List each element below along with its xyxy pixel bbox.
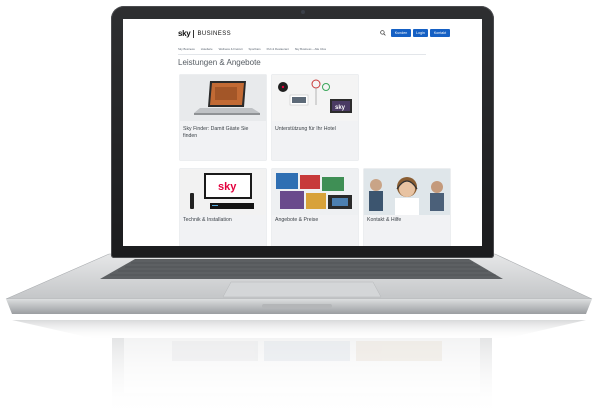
sky-business-logo[interactable]: sky BUSINESS [178,29,231,38]
kunden-button[interactable]: Kunden [391,29,411,37]
nav-item-alle-infos[interactable]: Sky Business – Alle Infos [295,46,326,52]
tile-label: Kontakt & Hilfe [367,217,402,223]
nav-item-hotellerie[interactable]: Hotellerie [201,46,213,52]
tile-label: Technik & Installation [183,217,232,223]
nav-item-pub-restaurant[interactable]: Pub & Restaurant [267,46,289,52]
page-title: Leistungen & Angebote [178,58,261,67]
logo-divider [193,29,195,38]
keyboard-area [100,259,503,279]
tile-image-hotel: sky [272,75,358,121]
nav-item-wellness[interactable]: Wellness & Freizeit [219,46,243,52]
tile-label: Angebote & Preise [275,217,319,223]
tile-image-laptop [180,75,266,121]
kontakt-button[interactable]: Kontakt [430,29,450,37]
tile-technik[interactable]: sky Technik & Installation [180,169,266,246]
tile-image-offers [272,169,358,215]
tile-label: Unterstützung für Ihr Hotel [275,126,336,132]
main-nav: Sky Business Hotellerie Wellness & Freiz… [178,46,428,52]
camera-icon [301,10,305,14]
laptop-lid: sky BUSINESS Kunden Login Kontakt Sky Bu… [111,6,494,258]
tile-kontakt[interactable]: Kontakt & Hilfe [364,169,450,246]
nav-item-sportbars[interactable]: Sportbars [249,46,261,52]
browser-screen: sky BUSINESS Kunden Login Kontakt Sky Bu… [123,19,482,246]
nav-item-sky-business[interactable]: Sky Business [178,46,195,52]
tile-sky-finder[interactable]: Sky Finder: Damit Gäste Sie finden [180,75,266,160]
laptop-reflection [12,320,586,340]
reflection-tiles [172,341,442,361]
nav-divider [178,54,426,55]
tile-image-support-agent [364,169,450,215]
tile-hotel-support[interactable]: sky Unterstützung für Ihr Hotel [272,75,358,160]
search-icon[interactable] [380,30,386,36]
tile-label: Sky Finder: Damit Gäste Sie finden [183,126,249,139]
tile-angebote[interactable]: Angebote & Preise [272,169,358,246]
logo-business-text: BUSINESS [197,30,231,37]
login-button[interactable]: Login [413,29,428,37]
trackpad [222,281,382,298]
tv-sky-logo: sky [218,181,237,193]
site-header: sky BUSINESS Kunden Login Kontakt [123,19,482,41]
front-notch [262,304,332,308]
logo-sky-text: sky [178,29,191,38]
tile-image-receiver: sky [180,169,266,215]
tv-sky-logo: sky [335,105,346,111]
